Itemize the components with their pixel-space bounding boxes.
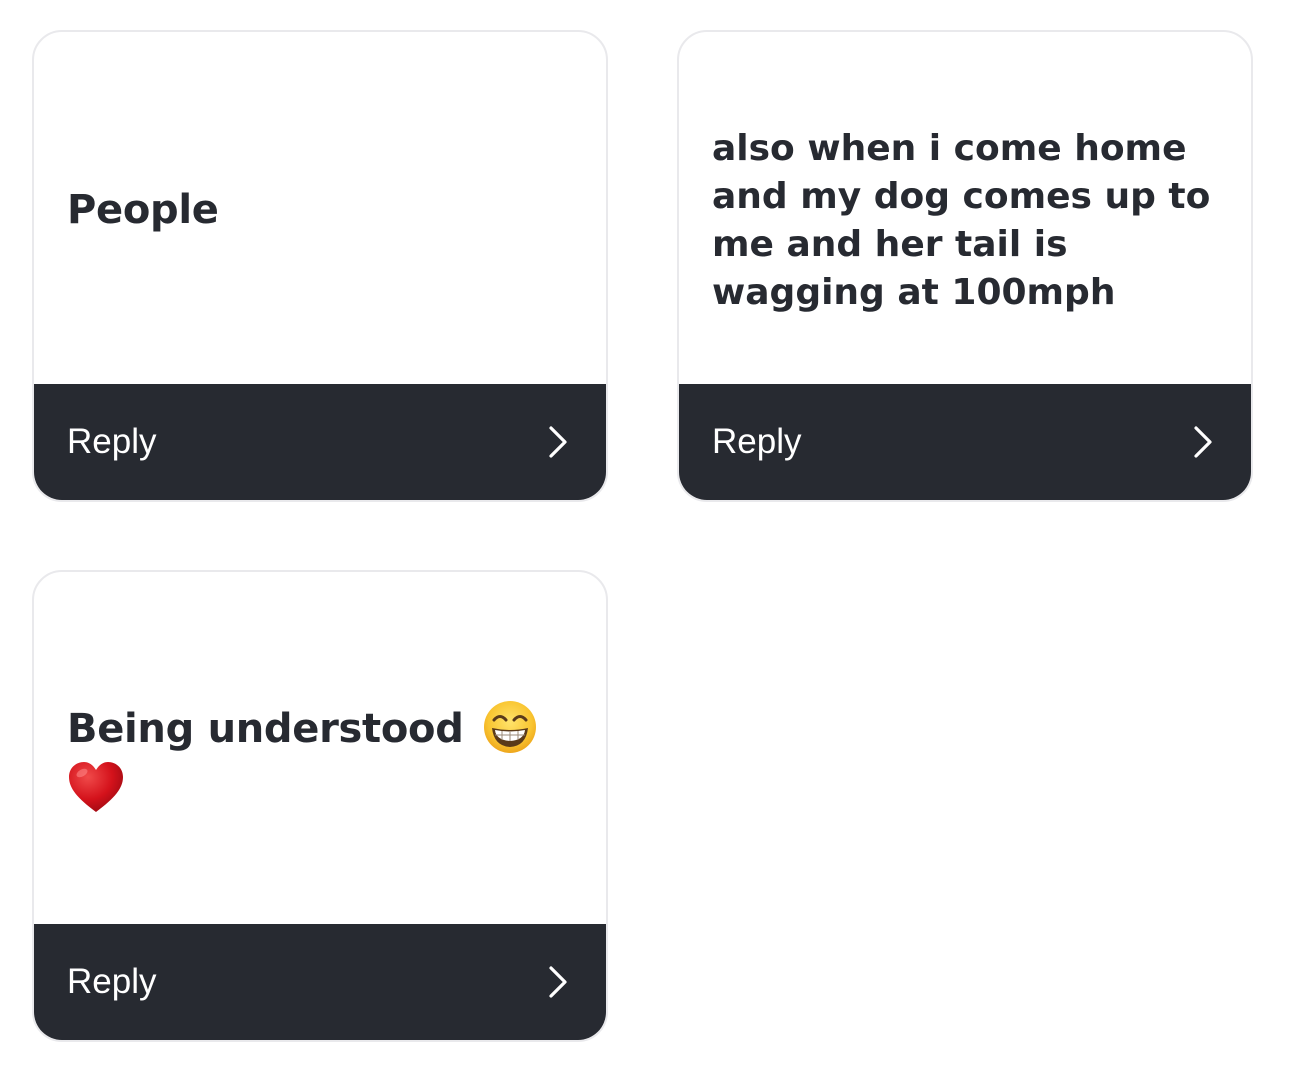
card-answer-text-content: Being understood — [67, 706, 464, 752]
reply-label: Reply — [67, 422, 157, 461]
card-body: People — [34, 32, 606, 388]
question-card: Being understood Reply — [32, 570, 608, 1042]
card-answer-text: also when i come home and my dog comes u… — [712, 128, 1211, 313]
card-answer-text: People — [67, 187, 219, 233]
chevron-right-icon — [549, 966, 567, 998]
reply-button[interactable]: Reply — [34, 924, 606, 1040]
card-body: Being understood — [34, 572, 606, 928]
chevron-right-icon — [1194, 426, 1212, 458]
reply-label: Reply — [712, 422, 802, 461]
card-answer-text: Being understood — [67, 701, 537, 814]
card-body: also when i come home and my dog comes u… — [679, 32, 1251, 388]
reply-button[interactable]: Reply — [34, 384, 606, 500]
chevron-right-icon — [549, 426, 567, 458]
red-heart-icon — [69, 762, 123, 812]
reply-button[interactable]: Reply — [679, 384, 1251, 500]
question-card: also when i come home and my dog comes u… — [677, 30, 1253, 502]
beaming-face-with-smiling-eyes-icon — [484, 701, 537, 753]
reply-label: Reply — [67, 962, 157, 1001]
question-card: People Reply — [32, 30, 608, 502]
